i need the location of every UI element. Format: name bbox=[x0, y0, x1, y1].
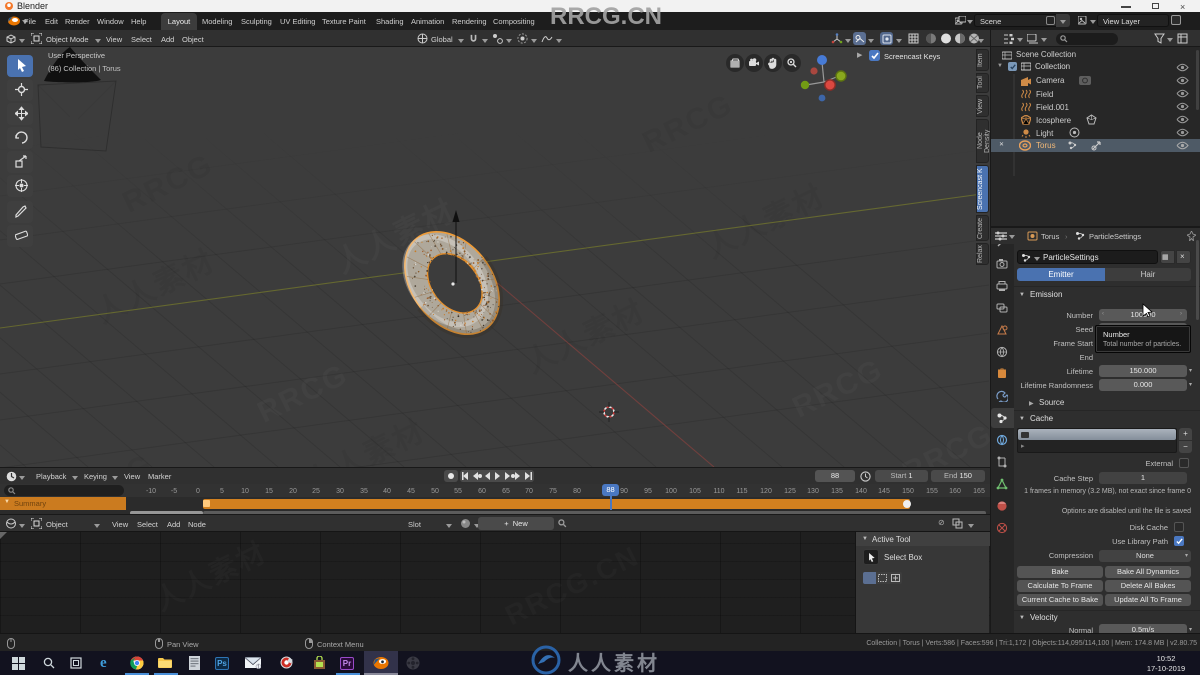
svg-text:1: 1 bbox=[257, 664, 260, 669]
